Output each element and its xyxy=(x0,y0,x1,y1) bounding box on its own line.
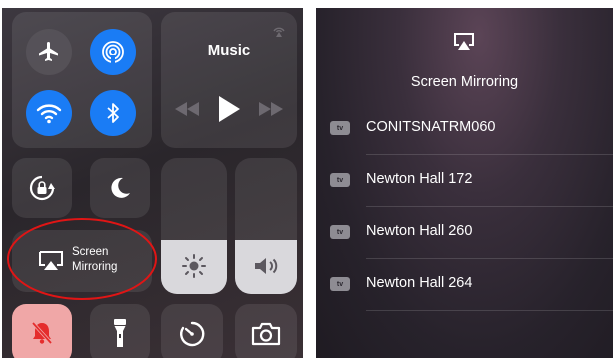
connectivity-module xyxy=(12,12,152,148)
do-not-disturb-button[interactable] xyxy=(90,158,150,218)
silent-mode-button[interactable] xyxy=(12,304,72,358)
apple-tv-icon: tv xyxy=(330,225,350,239)
device-name: CONITSNATRM060 xyxy=(366,119,496,135)
device-row-3[interactable]: tv Newton Hall 260 xyxy=(316,207,613,259)
flashlight-button[interactable] xyxy=(90,304,150,358)
bluetooth-icon xyxy=(107,103,119,123)
airdrop-button[interactable] xyxy=(90,29,136,75)
annotation-highlight-ellipse xyxy=(7,218,157,300)
device-row-4[interactable]: tv Newton Hall 264 xyxy=(316,259,613,311)
apple-tv-icon: tv xyxy=(330,277,350,291)
device-name: Newton Hall 172 xyxy=(366,171,473,187)
media-controls xyxy=(161,96,297,122)
airdrop-icon xyxy=(102,41,124,64)
rotation-lock-icon xyxy=(29,175,55,201)
bluetooth-button[interactable] xyxy=(90,90,136,136)
volume-slider[interactable] xyxy=(235,158,297,294)
device-row-2[interactable]: tv Newton Hall 172 xyxy=(316,155,613,207)
camera-icon xyxy=(251,322,281,346)
rotation-lock-button[interactable] xyxy=(12,158,72,218)
airplay-audio-icon xyxy=(273,27,285,37)
control-center-panel: Music Screen Mirroring xyxy=(2,8,303,358)
bell-slash-icon xyxy=(31,321,53,345)
camera-button[interactable] xyxy=(235,304,297,358)
brightness-slider[interactable] xyxy=(161,158,227,294)
device-name: Newton Hall 264 xyxy=(366,275,473,291)
apple-tv-icon: tv xyxy=(330,173,350,187)
screen-mirroring-icon xyxy=(454,33,474,50)
music-module[interactable]: Music xyxy=(161,12,297,148)
apple-tv-icon: tv xyxy=(330,121,350,135)
screen-mirroring-menu: Screen Mirroring tv CONITSNATRM060 tv Ne… xyxy=(316,8,613,358)
airplane-icon xyxy=(39,42,58,61)
screen-mirroring-title: Screen Mirroring xyxy=(410,74,519,90)
speaker-icon xyxy=(255,258,278,274)
music-title: Music xyxy=(207,42,251,59)
device-row-1[interactable]: tv CONITSNATRM060 xyxy=(316,103,613,155)
flashlight-icon xyxy=(114,319,126,347)
moon-icon xyxy=(111,177,130,198)
wifi-button[interactable] xyxy=(26,90,72,136)
rewind-icon[interactable] xyxy=(174,102,200,116)
device-name: Newton Hall 260 xyxy=(366,223,473,239)
timer-icon xyxy=(180,321,205,347)
airplane-mode-button[interactable] xyxy=(26,29,72,75)
sun-icon xyxy=(182,254,206,278)
play-icon[interactable] xyxy=(218,96,240,122)
row-divider xyxy=(366,310,613,311)
timer-button[interactable] xyxy=(161,304,223,358)
fast-forward-icon[interactable] xyxy=(258,102,284,116)
wifi-icon xyxy=(36,104,62,124)
